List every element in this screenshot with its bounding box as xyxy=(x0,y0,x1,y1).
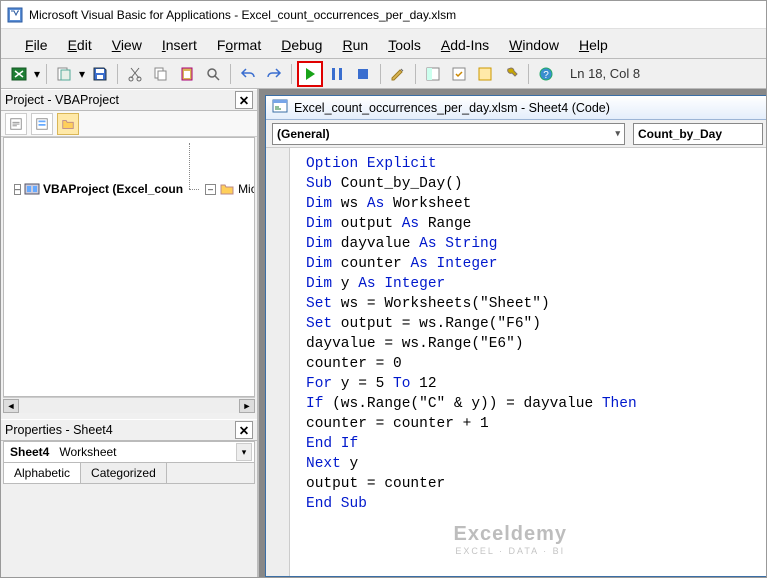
procedure-dropdown[interactable]: Count_by_Day xyxy=(633,123,763,145)
project-panel-toolbar xyxy=(1,111,257,137)
scroll-left-icon[interactable]: ◄ xyxy=(3,399,19,413)
copy-icon[interactable] xyxy=(149,62,173,86)
vba-editor-window: Microsoft Visual Basic for Applications … xyxy=(0,0,767,578)
project-explorer-icon[interactable] xyxy=(421,62,445,86)
object-dropdown-value: (General) xyxy=(277,127,330,141)
toolbar: ▾ ▾ ? Ln 18, Col 8 xyxy=(1,59,766,89)
toolbar-separator xyxy=(528,64,529,84)
toolbar-separator xyxy=(291,64,292,84)
design-mode-icon[interactable] xyxy=(386,62,410,86)
tree-collapse-icon[interactable]: – xyxy=(205,184,216,195)
menu-format[interactable]: Format xyxy=(211,35,267,55)
horizontal-scrollbar[interactable]: ◄ ► xyxy=(3,397,255,413)
properties-window-icon[interactable] xyxy=(447,62,471,86)
properties-panel-header: Properties - Sheet4 ✕ xyxy=(1,419,257,441)
code-module-icon xyxy=(272,98,288,117)
toolbar-separator xyxy=(230,64,231,84)
properties-object-type: Worksheet xyxy=(55,445,120,459)
chevron-down-icon: ▾ xyxy=(615,128,620,139)
cut-icon[interactable] xyxy=(123,62,147,86)
menu-edit[interactable]: Edit xyxy=(62,35,98,55)
insert-module-icon[interactable] xyxy=(52,62,76,86)
object-browser-icon[interactable] xyxy=(473,62,497,86)
vba-app-icon xyxy=(7,7,23,23)
properties-tabs: Alphabetic Categorized xyxy=(3,463,255,484)
procedure-dropdown-value: Count_by_Day xyxy=(638,127,722,141)
code-window-dropdowns: (General) ▾ Count_by_Day xyxy=(266,120,766,148)
project-panel-title: Project - VBAProject xyxy=(5,93,119,107)
menu-insert[interactable]: Insert xyxy=(156,35,203,55)
toolbar-separator xyxy=(380,64,381,84)
cursor-position-status: Ln 18, Col 8 xyxy=(570,66,640,81)
code-text[interactable]: Option Explicit Sub Count_by_Day() Dim w… xyxy=(290,148,645,576)
code-window-title: Excel_count_occurrences_per_day.xlsm - S… xyxy=(294,101,610,115)
tree-folder-label[interactable]: Microsoft Excel Objects xyxy=(238,182,255,196)
toolbox-icon[interactable] xyxy=(499,62,523,86)
toolbar-separator xyxy=(46,64,47,84)
window-title: Microsoft Visual Basic for Applications … xyxy=(29,8,760,22)
menu-file[interactable]: File xyxy=(19,35,54,55)
run-sub-button[interactable] xyxy=(297,61,323,87)
menu-tools[interactable]: Tools xyxy=(382,35,427,55)
help-icon[interactable]: ? xyxy=(534,62,558,86)
properties-object-name: Sheet4 xyxy=(4,445,55,459)
menu-addins[interactable]: Add-Ins xyxy=(435,35,495,55)
tab-alphabetic[interactable]: Alphabetic xyxy=(4,463,81,483)
scroll-right-icon[interactable]: ► xyxy=(239,399,255,413)
dropdown-icon[interactable]: ▾ xyxy=(236,443,252,461)
view-code-icon[interactable] xyxy=(5,113,27,135)
project-tree[interactable]: – VBAProject (Excel_coun – Microsoft Exc… xyxy=(3,137,255,397)
tree-root-label[interactable]: VBAProject (Excel_coun xyxy=(43,182,183,196)
paste-icon[interactable] xyxy=(175,62,199,86)
view-excel-icon[interactable] xyxy=(7,62,31,86)
code-area[interactable]: Option Explicit Sub Count_by_Day() Dim w… xyxy=(266,148,766,576)
menu-debug[interactable]: Debug xyxy=(275,35,328,55)
menu-run[interactable]: Run xyxy=(336,35,374,55)
menu-help[interactable]: Help xyxy=(573,35,614,55)
dropdown-icon[interactable]: ▾ xyxy=(78,67,86,81)
code-window-titlebar[interactable]: Excel_count_occurrences_per_day.xlsm - S… xyxy=(266,96,766,120)
tree-collapse-icon[interactable]: – xyxy=(14,184,21,195)
menu-window[interactable]: Window xyxy=(503,35,565,55)
code-window: Excel_count_occurrences_per_day.xlsm - S… xyxy=(265,95,766,577)
project-panel-header: Project - VBAProject ✕ xyxy=(1,89,257,111)
redo-icon[interactable] xyxy=(262,62,286,86)
left-column: Project - VBAProject ✕ – VBAProject (Exc… xyxy=(1,89,259,577)
save-icon[interactable] xyxy=(88,62,112,86)
folder-icon xyxy=(219,181,235,197)
properties-object-selector[interactable]: Sheet4 Worksheet ▾ xyxy=(3,441,255,463)
menubar: File Edit View Insert Format Debug Run T… xyxy=(1,29,766,59)
toolbar-separator xyxy=(117,64,118,84)
svg-text:?: ? xyxy=(543,70,549,81)
undo-icon[interactable] xyxy=(236,62,260,86)
code-gutter xyxy=(266,148,290,576)
properties-panel: Properties - Sheet4 ✕ Sheet4 Worksheet ▾… xyxy=(1,419,257,577)
find-icon[interactable] xyxy=(201,62,225,86)
menu-view[interactable]: View xyxy=(106,35,148,55)
close-icon[interactable]: ✕ xyxy=(235,91,253,109)
reset-icon[interactable] xyxy=(351,62,375,86)
dropdown-icon[interactable]: ▾ xyxy=(33,67,41,81)
mdi-area: Excel_count_occurrences_per_day.xlsm - S… xyxy=(259,89,766,577)
object-dropdown[interactable]: (General) ▾ xyxy=(272,123,625,145)
toolbar-separator xyxy=(415,64,416,84)
close-icon[interactable]: ✕ xyxy=(235,421,253,439)
tab-categorized[interactable]: Categorized xyxy=(81,463,167,483)
properties-panel-title: Properties - Sheet4 xyxy=(5,423,113,437)
view-object-icon[interactable] xyxy=(31,113,53,135)
titlebar: Microsoft Visual Basic for Applications … xyxy=(1,1,766,29)
toggle-folders-icon[interactable] xyxy=(57,113,79,135)
break-icon[interactable] xyxy=(325,62,349,86)
vba-project-icon xyxy=(24,181,40,197)
